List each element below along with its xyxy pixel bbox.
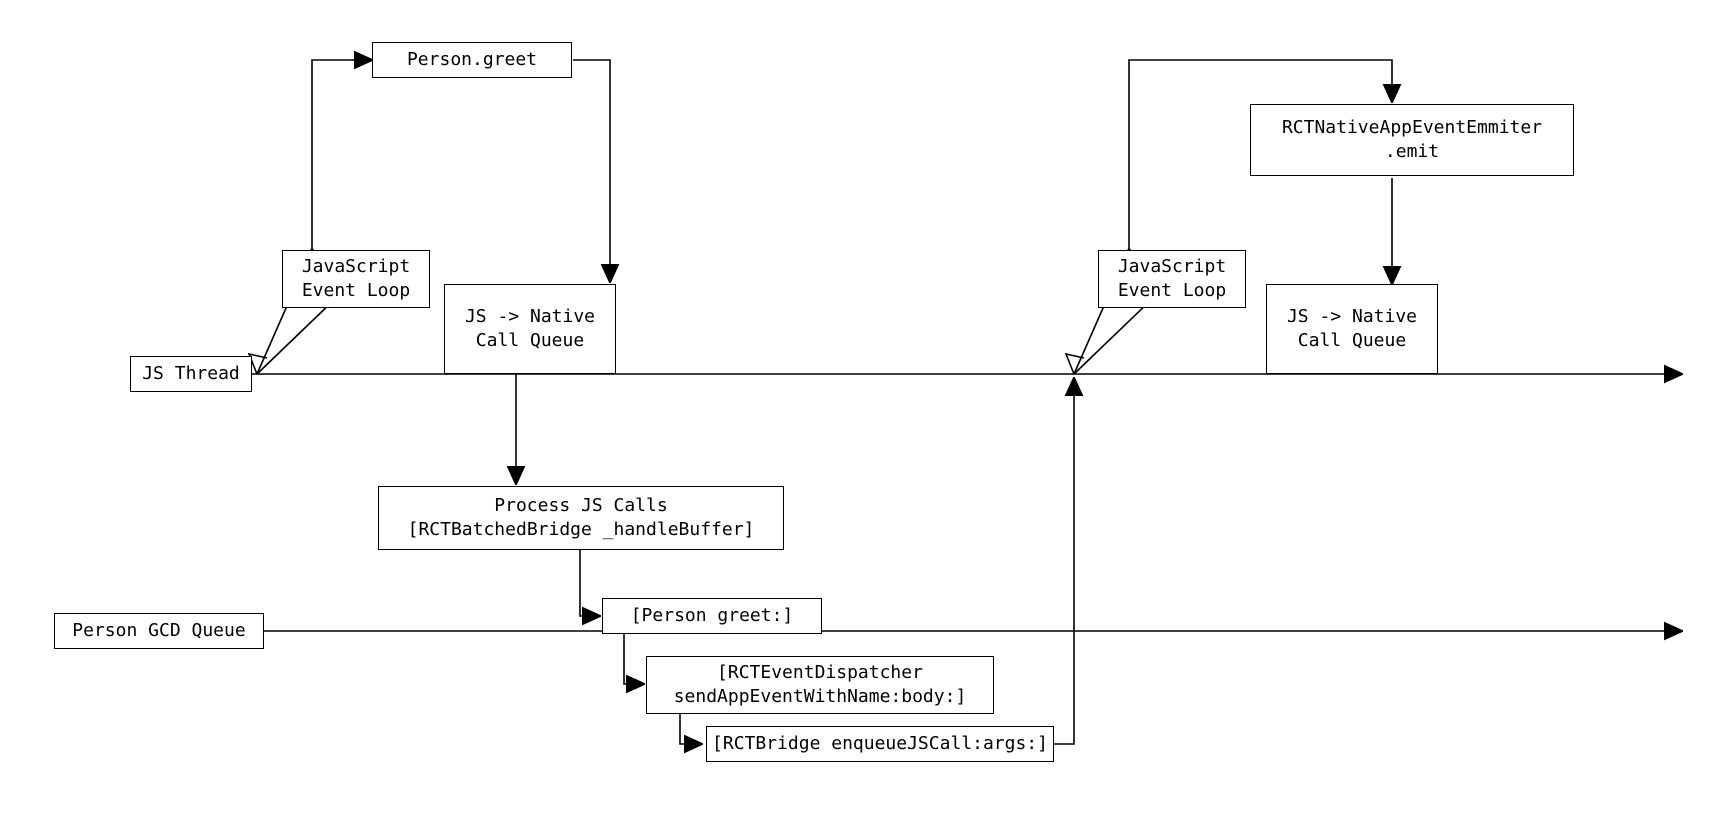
js-event-loop-2: JavaScript Event Loop [1098, 250, 1246, 308]
js-native-queue-1: JS -> Native Call Queue [444, 284, 616, 374]
diagram-canvas: JS Thread Person GCD Queue Person.greet … [0, 0, 1726, 840]
js-native-queue-2: JS -> Native Call Queue [1266, 284, 1438, 374]
person-gcd-queue-label: Person GCD Queue [54, 613, 264, 649]
native-emit-box: RCTNativeAppEventEmmiter .emit [1250, 104, 1574, 176]
enqueue-jscall-box: [RCTBridge enqueueJSCall:args:] [706, 726, 1054, 762]
person-greet-box: Person.greet [372, 42, 572, 78]
event-dispatcher-box: [RCTEventDispatcher sendAppEventWithName… [646, 656, 994, 714]
js-thread-label: JS Thread [130, 356, 252, 392]
person-greet-native-box: [Person greet:] [602, 598, 822, 634]
js-event-loop-1: JavaScript Event Loop [282, 250, 430, 308]
process-js-calls-box: Process JS Calls [RCTBatchedBridge _hand… [378, 486, 784, 550]
